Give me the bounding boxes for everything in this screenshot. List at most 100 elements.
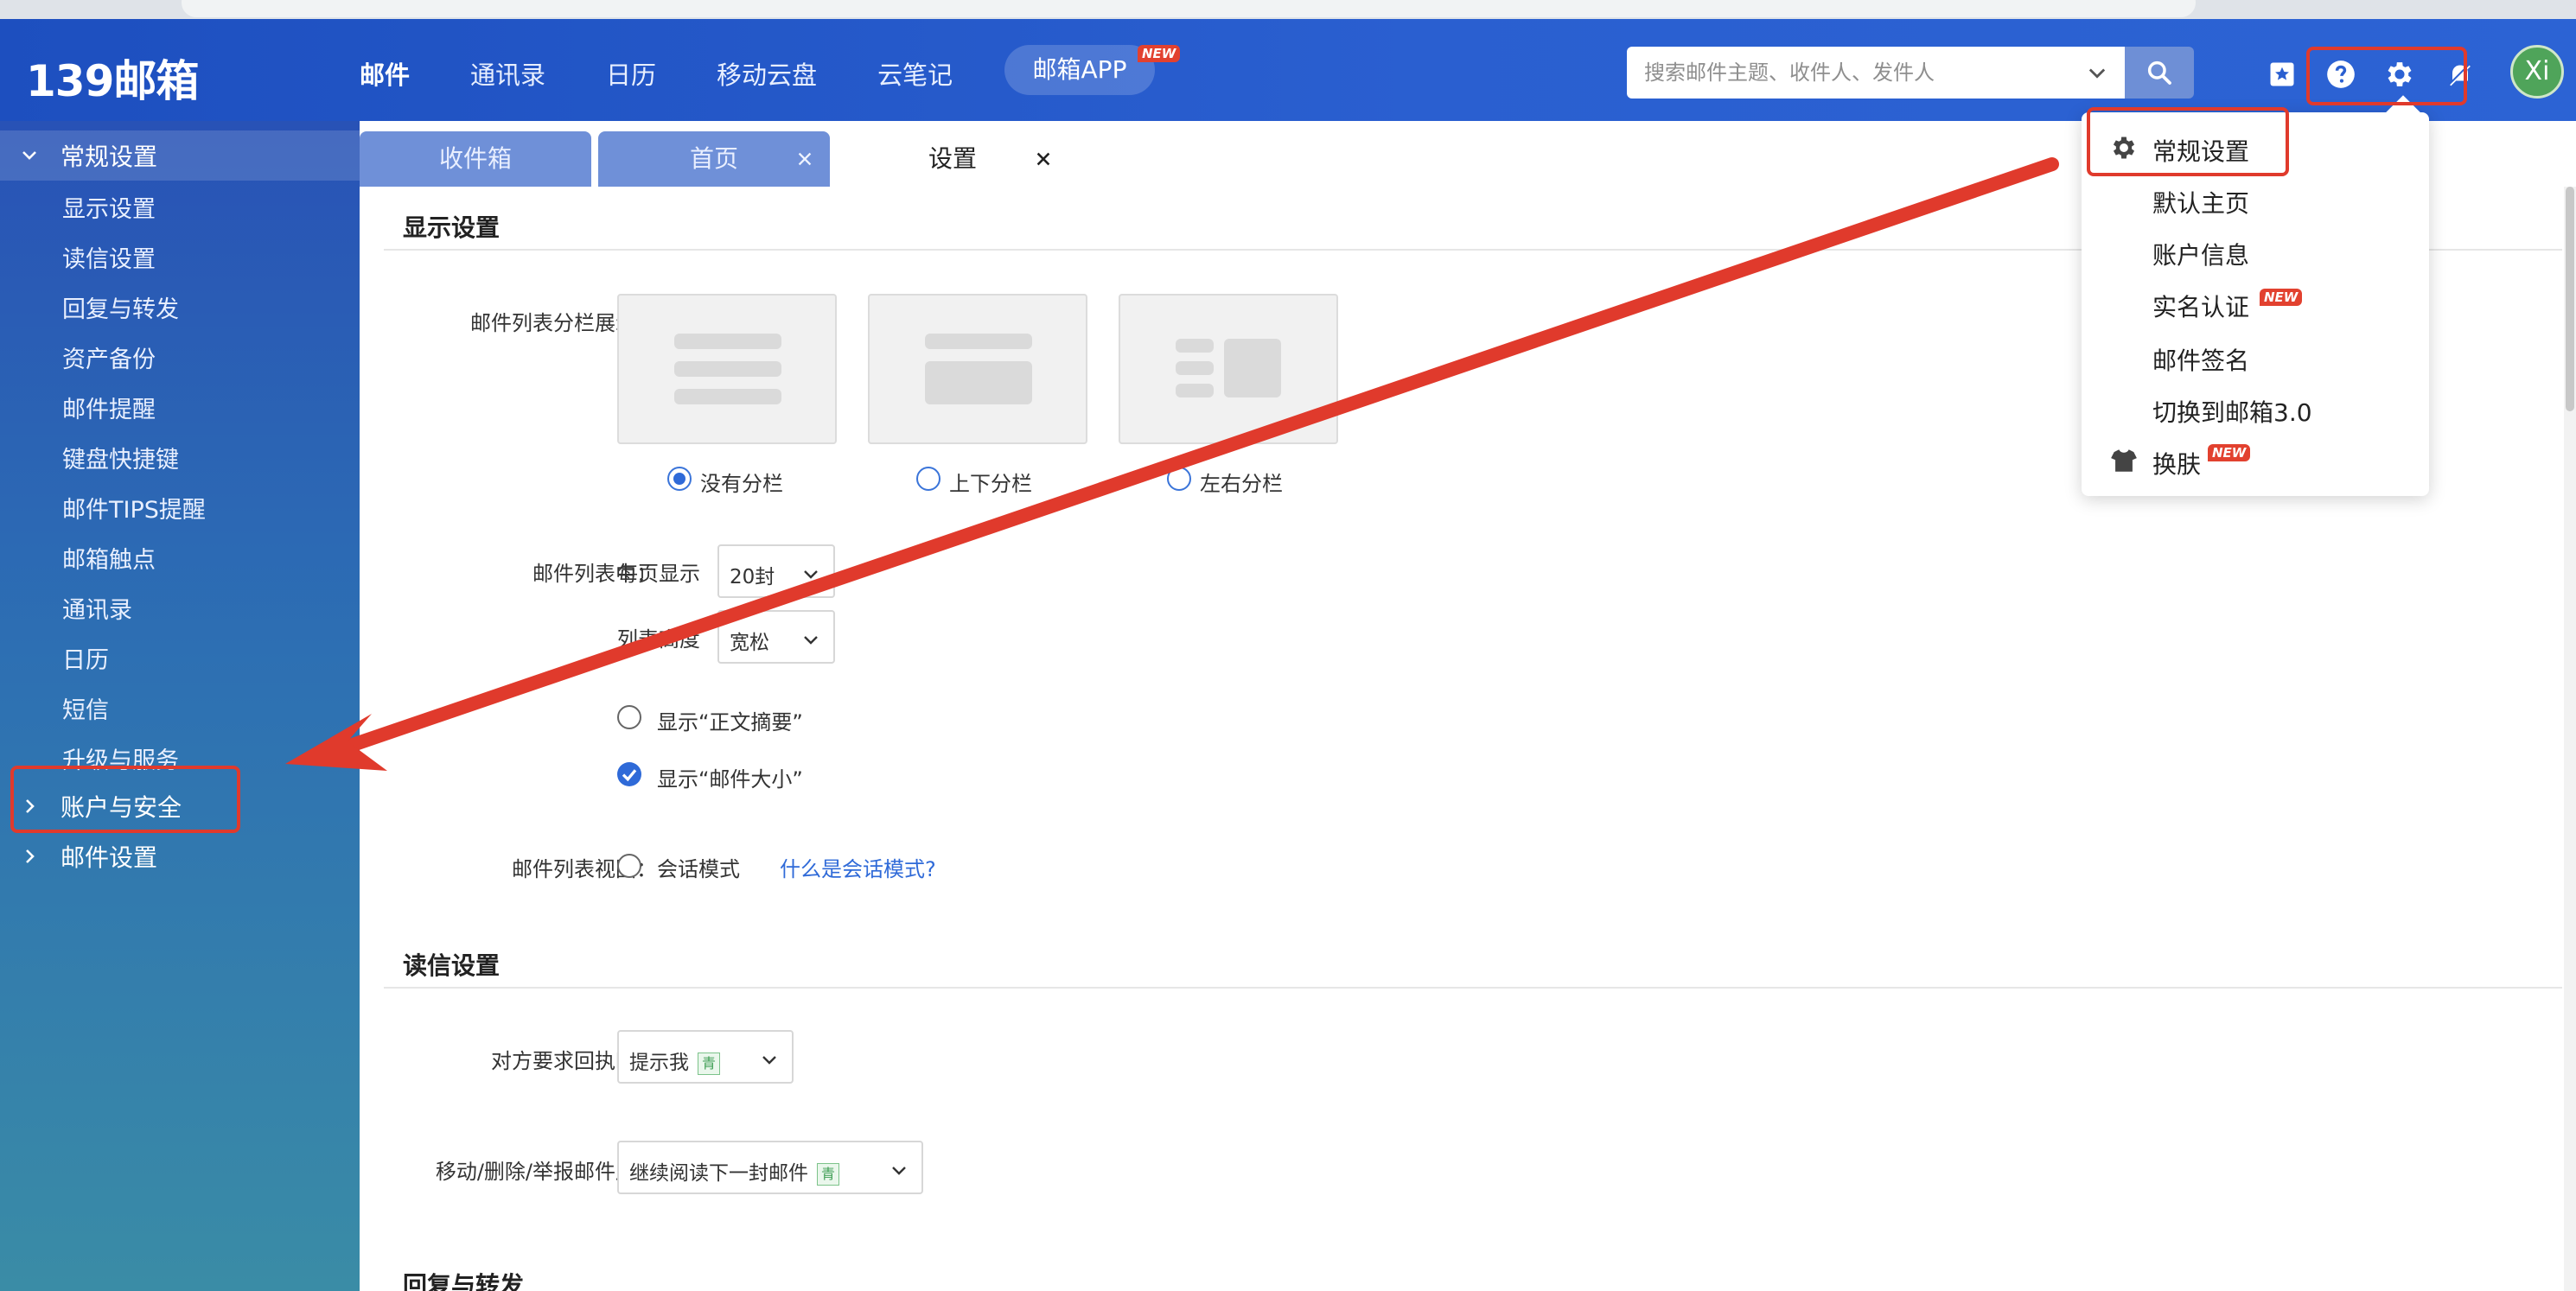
vip-tag: 青	[817, 1162, 839, 1186]
app-logo[interactable]: 139邮箱	[26, 47, 199, 109]
scrollbar-thumb[interactable]	[2566, 187, 2574, 411]
skin-new-badge: NEW	[2208, 444, 2251, 461]
mailbox-app-button[interactable]: 邮箱APP	[1004, 45, 1155, 95]
sidebar-item-reading[interactable]: 读信设置	[62, 240, 156, 274]
menu-item-account-info[interactable]: 账户信息	[2152, 237, 2249, 271]
checkmark-icon	[622, 769, 637, 782]
conversation-mode-label: 会话模式	[657, 857, 740, 881]
show-size-label: 显示“邮件大小”	[657, 767, 803, 792]
menu-item-real-name-auth[interactable]: 实名认证	[2152, 289, 2249, 323]
sidebar-item-contacts[interactable]: 通讯录	[62, 591, 132, 625]
menu-item-switch-version[interactable]: 切换到邮箱3.0	[2152, 394, 2312, 429]
sidebar-section-label: 邮件设置	[61, 843, 158, 872]
tab-inbox[interactable]: 收件箱	[360, 131, 591, 187]
reply-forward-title: 回复与转发	[403, 1271, 525, 1291]
favorites-button[interactable]	[2265, 57, 2299, 92]
sidebar-item-tips[interactable]: 邮件TIPS提醒	[62, 491, 206, 525]
radio-conversation-mode[interactable]	[617, 854, 641, 878]
checkbox-show-size[interactable]	[617, 762, 641, 786]
star-bookmark-icon	[2270, 62, 2294, 86]
chevron-right-icon	[26, 849, 35, 863]
after-move-select[interactable]: 继续阅读下一封邮件青	[617, 1141, 923, 1194]
chevron-down-icon	[22, 151, 36, 160]
close-icon[interactable]	[795, 149, 814, 169]
browser-address-bar[interactable]	[182, 0, 2196, 17]
sidebar-item-calendar[interactable]: 日历	[62, 641, 109, 675]
mute-notification-button[interactable]	[2443, 57, 2477, 92]
radio-no-split[interactable]	[667, 467, 692, 491]
settings-dropdown-menu: 常规设置 默认主页 账户信息 实名认证 NEW 邮件签名 切换到邮箱3.0 换肤…	[2082, 112, 2429, 496]
menu-item-skin[interactable]: 换肤	[2152, 446, 2201, 480]
layout-top-bottom-preview[interactable]	[868, 294, 1087, 444]
app-new-badge: NEW	[1138, 45, 1181, 62]
menu-item-signature[interactable]: 邮件签名	[2152, 342, 2249, 377]
sidebar-item-upgrade[interactable]: 升级与服务	[62, 741, 179, 775]
sidebar-item-asset-backup[interactable]: 资产备份	[62, 340, 156, 374]
per-page-value: 20封	[730, 566, 775, 588]
top-header: 139邮箱 邮件 通讯录 日历 移动云盘 云笔记 邮箱APP NEW Xi	[0, 19, 2576, 121]
search-icon	[2147, 60, 2171, 85]
nav-cloud-drive[interactable]: 移动云盘	[717, 55, 817, 92]
vip-tag: 青	[698, 1052, 720, 1075]
help-button[interactable]	[2324, 57, 2358, 92]
row-height-value: 宽松	[730, 632, 769, 654]
sidebar-section-label: 账户与安全	[61, 793, 182, 822]
chevron-down-icon	[804, 570, 818, 579]
tab-home[interactable]: 首页	[598, 131, 830, 187]
conversation-mode-help-link[interactable]: 什么是会话模式?	[780, 852, 936, 882]
after-move-value-wrap: 继续阅读下一封邮件青	[629, 1156, 839, 1186]
nav-contacts[interactable]: 通讯录	[470, 55, 545, 92]
read-receipt-value-wrap: 提示我青	[629, 1046, 720, 1075]
tshirt-icon	[2111, 449, 2137, 472]
sidebar-section-account-security[interactable]: 账户与安全	[0, 781, 360, 831]
per-page-label: 每页显示	[617, 562, 700, 586]
search-box	[1627, 47, 2125, 99]
nav-mail[interactable]: 邮件	[360, 55, 410, 92]
avatar-initials: Xi	[2524, 56, 2550, 86]
gear-icon	[2388, 62, 2412, 86]
sidebar-item-mail-alerts[interactable]: 邮件提醒	[62, 391, 156, 424]
tab-settings[interactable]: 设置	[837, 131, 1068, 187]
avatar[interactable]: Xi	[2510, 45, 2564, 99]
close-icon[interactable]	[1034, 149, 1053, 169]
chevron-down-icon	[804, 636, 818, 645]
sidebar-section-label: 常规设置	[61, 143, 158, 171]
search-button[interactable]	[2125, 47, 2194, 99]
main-nav: 邮件 通讯录 日历 移动云盘 云笔记	[360, 55, 1013, 92]
after-move-value: 继续阅读下一封邮件	[629, 1162, 808, 1185]
radio-left-right-split[interactable]	[1167, 467, 1191, 491]
row-height-label: 列表高度	[617, 627, 700, 652]
tab-label: 首页	[689, 144, 738, 173]
real-name-new-badge: NEW	[2260, 289, 2303, 306]
sidebar-item-display[interactable]: 显示设置	[62, 190, 156, 224]
section-divider	[384, 987, 2562, 989]
nav-calendar[interactable]: 日历	[606, 55, 656, 92]
after-move-label: 移动/删除/举报邮件后：	[435, 1160, 657, 1184]
row-height-select[interactable]: 宽松	[717, 610, 835, 664]
sidebar-item-reply-forward[interactable]: 回复与转发	[62, 290, 179, 324]
radio-top-bottom-split[interactable]	[916, 467, 940, 491]
settings-button[interactable]	[2382, 57, 2417, 92]
sidebar-section-general[interactable]: 常规设置	[0, 130, 360, 181]
option-label: 左右分栏	[1200, 472, 1283, 496]
content-scrollbar[interactable]	[2564, 187, 2576, 1291]
option-label: 没有分栏	[700, 472, 783, 496]
nav-cloud-notes[interactable]: 云笔记	[877, 55, 953, 92]
settings-sidebar: 常规设置 显示设置 读信设置 回复与转发 资产备份 邮件提醒 键盘快捷键 邮件T…	[0, 121, 360, 1291]
sidebar-item-shortcuts[interactable]: 键盘快捷键	[62, 441, 179, 474]
checkbox-show-summary[interactable]	[617, 705, 641, 729]
chevron-down-icon[interactable]	[2085, 60, 2109, 85]
search-input[interactable]	[1644, 47, 2059, 99]
read-receipt-select[interactable]: 提示我青	[617, 1030, 794, 1084]
per-page-select[interactable]: 20封	[717, 544, 835, 598]
sidebar-item-sms[interactable]: 短信	[62, 691, 109, 725]
sidebar-section-mail-settings[interactable]: 邮件设置	[0, 831, 360, 881]
menu-item-general-settings[interactable]: 常规设置	[2152, 133, 2249, 168]
layout-no-split-preview[interactable]	[617, 294, 837, 444]
gear-icon	[2113, 137, 2135, 159]
show-summary-label: 显示“正文摘要”	[657, 710, 803, 735]
sidebar-item-touchpoints[interactable]: 邮箱触点	[62, 541, 156, 575]
tab-label: 设置	[928, 144, 977, 173]
layout-left-right-preview[interactable]	[1119, 294, 1338, 444]
menu-item-default-home[interactable]: 默认主页	[2152, 185, 2249, 219]
